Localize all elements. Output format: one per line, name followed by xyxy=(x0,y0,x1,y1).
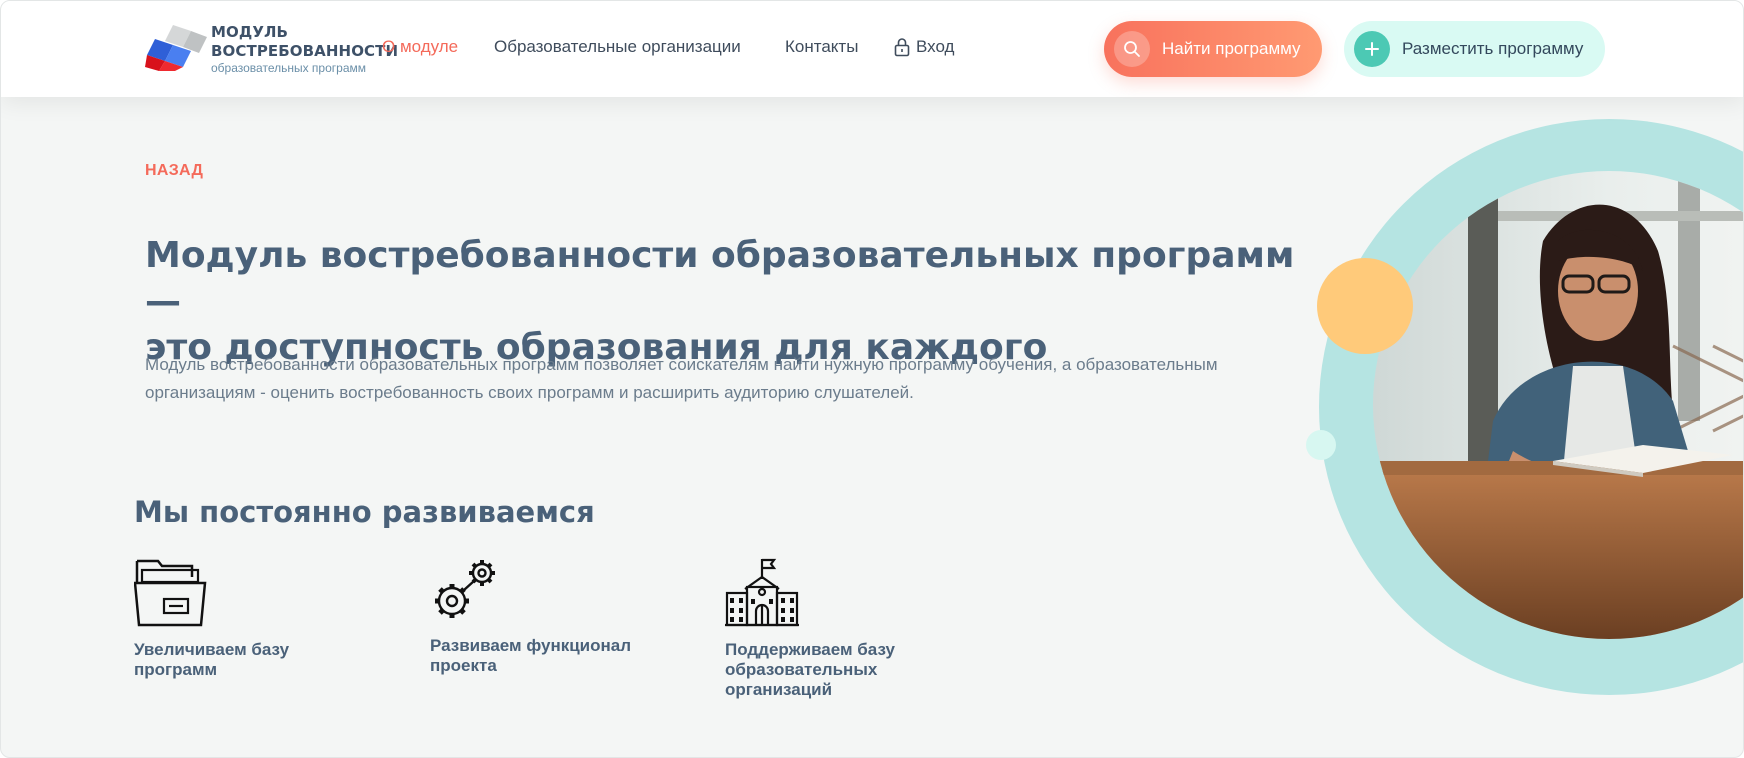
nav-contacts[interactable]: Контакты xyxy=(785,37,858,57)
page: МОДУЛЬ ВОСТРЕБОВАННОСТИ образовательных … xyxy=(0,0,1744,758)
logo-subtitle: образовательных программ xyxy=(211,61,366,75)
feature-label-line2: образовательных xyxy=(725,660,878,679)
feature-item: Поддерживаем базу образовательных органи… xyxy=(725,557,945,700)
lock-icon xyxy=(894,38,910,57)
description-line1: Модуль востребованности образовательных … xyxy=(145,355,1218,374)
place-program-button[interactable]: Разместить программу xyxy=(1344,21,1605,77)
description-line2: организациям - оценить востребованность … xyxy=(145,383,914,402)
nav-login-label: Вход xyxy=(916,37,955,56)
gears-icon xyxy=(435,560,495,618)
back-link[interactable]: НАЗАД xyxy=(145,162,203,180)
feature-item: Развиваем функционал проекта xyxy=(430,557,650,676)
decorative-yellow-circle xyxy=(1317,258,1413,354)
page-title-line1: Модуль востребованности образовательных … xyxy=(145,235,1295,322)
plus-icon xyxy=(1354,31,1390,67)
nav-about-module[interactable]: О модуле xyxy=(382,37,458,57)
search-icon xyxy=(1114,31,1150,67)
logo-title-line1: МОДУЛЬ xyxy=(211,23,289,41)
feature-label-line2: программ xyxy=(134,660,218,679)
logo-title-line2: ВОСТРЕБОВАННОСТИ xyxy=(211,42,399,60)
decorative-mint-circle xyxy=(1306,430,1336,460)
place-program-label: Разместить программу xyxy=(1402,39,1584,58)
site-header: МОДУЛЬ ВОСТРЕБОВАННОСТИ образовательных … xyxy=(1,1,1743,97)
feature-label-line1: Развиваем функционал xyxy=(430,636,632,655)
find-program-button[interactable]: Найти программу xyxy=(1104,21,1322,77)
find-program-label: Найти программу xyxy=(1162,39,1301,58)
page-description: Модуль востребованности образовательных … xyxy=(145,351,1275,407)
feature-label-line3: организаций xyxy=(725,680,833,699)
logo[interactable]: МОДУЛЬ ВОСТРЕБОВАННОСТИ образовательных … xyxy=(145,23,398,75)
nav-login[interactable]: Вход xyxy=(894,37,954,57)
folder-archive-icon xyxy=(133,559,207,627)
feature-label-line2: проекта xyxy=(430,656,497,675)
school-building-icon xyxy=(725,558,799,627)
feature-item: Увеличиваем базу программ xyxy=(133,557,354,680)
logo-mark-icon xyxy=(145,25,207,71)
section-title: Мы постоянно развиваемся xyxy=(134,495,595,529)
feature-label-line1: Увеличиваем базу xyxy=(134,640,290,659)
feature-label-line1: Поддерживаем базу xyxy=(725,640,895,659)
nav-educational-organizations[interactable]: Образовательные организации xyxy=(494,37,741,57)
